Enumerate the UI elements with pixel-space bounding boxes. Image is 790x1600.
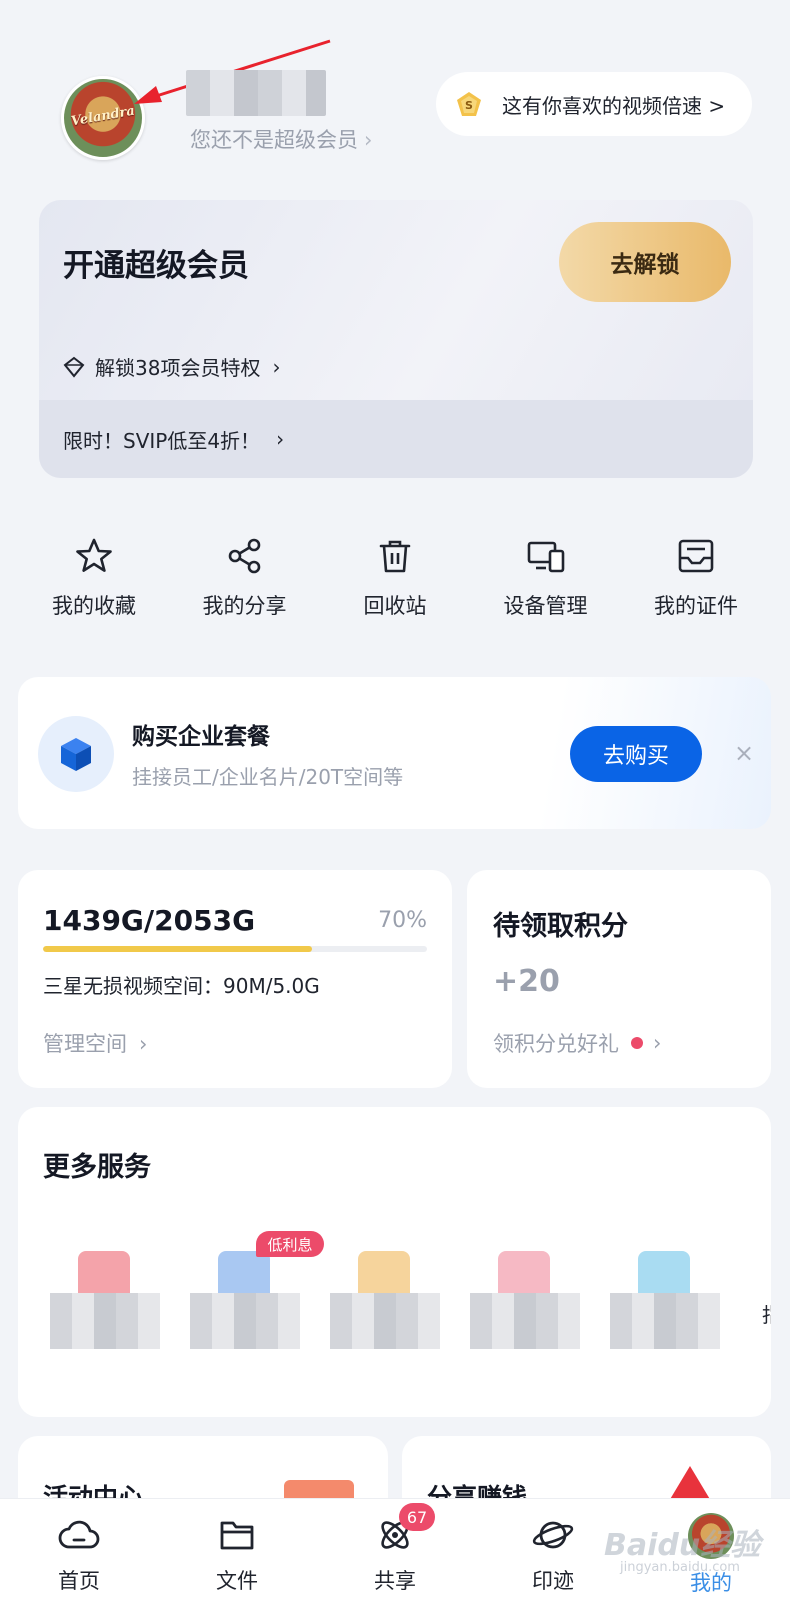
id-card-icon	[678, 539, 714, 573]
low-interest-badge: 低利息	[256, 1231, 324, 1257]
nav-label: 共享	[374, 1569, 416, 1593]
action-label: 设备管理	[503, 594, 588, 618]
svip-promo-link[interactable]: 限时！SVIP低至4折！ ›	[39, 400, 753, 478]
speed-promo-pill[interactable]: S 这有你喜欢的视频倍速 >	[436, 72, 752, 136]
vip-privileges-text: 解锁38项会员特权	[95, 356, 261, 380]
notification-dot	[631, 1037, 643, 1049]
nav-label: 文件	[216, 1569, 258, 1593]
nav-label: 首页	[58, 1569, 100, 1593]
vip-title: 开通超级会员	[63, 248, 249, 284]
service-item[interactable]	[598, 1247, 728, 1367]
chevron-right-icon: ›	[364, 128, 373, 152]
action-label: 我的分享	[202, 594, 287, 618]
service-item[interactable]	[178, 1247, 308, 1367]
enterprise-package-card: 购买企业套餐 挂接员工/企业名片/20T空间等 去购买 ×	[18, 677, 771, 829]
baidu-watermark: Baidu经验	[604, 1528, 761, 1563]
redeem-points-link[interactable]: 领积分兑好礼 ›	[493, 1028, 661, 1058]
chevron-right-icon: ›	[272, 354, 281, 379]
chevron-right-icon: ›	[276, 427, 285, 451]
service-item[interactable]	[458, 1247, 588, 1367]
close-icon[interactable]: ×	[734, 735, 754, 771]
tab-home[interactable]: 首页	[19, 1499, 139, 1600]
points-value: +20	[493, 964, 560, 999]
action-label: 回收站	[363, 594, 427, 618]
storage-progress-bar	[43, 946, 427, 952]
samsung-video-space: 三星无损视频空间：90M/5.0G	[43, 974, 320, 998]
storage-used: 1439G/2053G	[43, 904, 256, 937]
member-status-text: 您还不是超级会员	[190, 128, 358, 152]
shared-count-badge: 67	[399, 1503, 435, 1531]
chevron-right-icon: ›	[653, 1031, 662, 1055]
baidu-watermark-url: jingyan.baidu.com	[620, 1560, 740, 1575]
tab-files[interactable]: 文件	[177, 1499, 297, 1600]
service-label-blurred	[50, 1293, 160, 1349]
storage-percent: 70%	[378, 908, 427, 933]
buy-button[interactable]: 去购买	[570, 726, 702, 782]
planet-icon	[532, 1521, 574, 1549]
vip-card: 开通超级会员 去解锁 解锁38项会员特权 › 限时！SVIP低至4折！ ›	[39, 200, 753, 478]
service-item[interactable]	[318, 1247, 448, 1367]
enterprise-title: 购买企业套餐	[132, 724, 270, 750]
diamond-icon	[63, 356, 85, 378]
cube-icon	[61, 738, 91, 771]
service-item-partial[interactable]: 指	[762, 1299, 771, 1328]
storage-card[interactable]: 1439G/2053G 70% 三星无损视频空间：90M/5.0G 管理空间 ›	[18, 870, 452, 1088]
svg-text:S: S	[465, 99, 473, 112]
action-my-shares[interactable]: 我的分享	[185, 536, 305, 620]
devices-icon	[527, 541, 564, 573]
service-label-blurred	[330, 1293, 440, 1349]
action-favorites[interactable]: 我的收藏	[34, 536, 154, 620]
unlock-button[interactable]: 去解锁	[559, 222, 731, 302]
enterprise-icon-wrap	[38, 716, 114, 792]
action-recycle-bin[interactable]: 回收站	[335, 536, 455, 620]
coin-icon: S	[457, 92, 481, 116]
vip-privileges-link[interactable]: 解锁38项会员特权 ›	[63, 352, 280, 381]
redeem-points-text: 领积分兑好礼	[493, 1032, 619, 1056]
points-title: 待领取积分	[493, 911, 628, 942]
action-label: 我的收藏	[52, 594, 136, 618]
service-label-blurred	[610, 1293, 720, 1349]
speed-promo-text: 这有你喜欢的视频倍速 >	[502, 93, 726, 118]
service-item[interactable]	[38, 1247, 168, 1367]
svip-promo-text: 限时！SVIP低至4折！	[63, 428, 261, 453]
more-services-card: 更多服务 低利息 指	[18, 1107, 771, 1417]
folder-icon	[220, 1521, 254, 1550]
trash-icon	[379, 540, 411, 573]
services-title: 更多服务	[43, 1152, 151, 1183]
chevron-right-icon: ›	[139, 1032, 148, 1056]
service-label-blurred	[190, 1293, 300, 1349]
nav-label: 印迹	[532, 1569, 574, 1593]
tab-shared[interactable]: 67 共享	[335, 1499, 455, 1600]
star-icon	[76, 538, 112, 572]
action-my-documents[interactable]: 我的证件	[636, 536, 756, 620]
service-label-blurred	[470, 1293, 580, 1349]
username-blurred	[186, 70, 326, 116]
share-icon	[228, 538, 260, 574]
tab-traces[interactable]: 印迹	[493, 1499, 613, 1600]
quick-actions: 我的收藏 我的分享 回收站 设备管理 我的证件	[20, 536, 770, 620]
points-card[interactable]: 待领取积分 +20 领积分兑好礼 ›	[467, 870, 771, 1088]
action-device-management[interactable]: 设备管理	[486, 536, 606, 620]
enterprise-subtitle: 挂接员工/企业名片/20T空间等	[132, 765, 404, 789]
manage-space-link[interactable]: 管理空间 ›	[43, 1028, 147, 1058]
cloud-icon	[58, 1520, 100, 1549]
action-label: 我的证件	[654, 594, 738, 618]
manage-space-text: 管理空间	[43, 1032, 127, 1056]
storage-progress-fill	[43, 946, 312, 952]
member-status-link[interactable]: 您还不是超级会员 ›	[190, 124, 372, 154]
